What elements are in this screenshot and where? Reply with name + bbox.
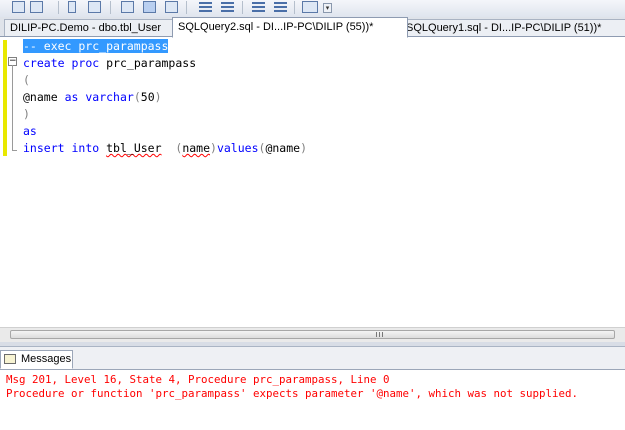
tab-label: SQLQuery2.sql - DI...IP-PC\DILIP (55))* xyxy=(178,21,374,33)
scrollbar-grip-icon xyxy=(376,332,384,337)
type-close-paren: ) xyxy=(154,90,162,104)
values-parameter: @name xyxy=(265,141,301,155)
indent-icon[interactable] xyxy=(221,2,234,12)
toolbar-options-dropdown[interactable]: ▾ xyxy=(323,3,332,13)
code-line-6[interactable]: as xyxy=(23,123,37,140)
tab-label: DILIP-PC.Demo - dbo.tbl_User xyxy=(10,22,161,34)
outline-guide-end xyxy=(12,150,17,151)
messages-pane[interactable]: Msg 201, Level 16, State 4, Procedure pr… xyxy=(0,370,625,430)
parameter-name: @name xyxy=(23,90,58,104)
sql-editor[interactable]: − -- exec prc_parampass create proc prc_… xyxy=(0,37,625,327)
column-name: name xyxy=(182,141,211,155)
tab-label: SQLQuery1.sql - DI...IP-PC\DILIP (51))* xyxy=(406,22,602,34)
editor-horizontal-scrollbar[interactable] xyxy=(0,327,625,342)
tab-sqlquery1[interactable]: SQLQuery1.sql - DI...IP-PC\DILIP (51))* xyxy=(400,19,625,36)
error-message-line: Procedure or function 'prc_parampass' ex… xyxy=(6,387,579,400)
keyword-into: into xyxy=(71,141,100,155)
selected-comment: -- exec prc_parampass xyxy=(23,39,169,53)
outline-guide xyxy=(12,65,13,150)
open-paren: ( xyxy=(23,73,30,87)
toolbar-separator xyxy=(186,1,187,14)
table-name: tbl_User xyxy=(106,141,162,155)
query-toolbar: ▾ xyxy=(0,0,625,17)
toolbar-separator xyxy=(294,1,295,14)
tab-messages[interactable]: Messages xyxy=(0,350,73,369)
keyword-as: as xyxy=(23,124,37,138)
code-line-2[interactable]: create proc prc_parampass xyxy=(23,55,196,72)
keyword-as: as xyxy=(64,90,79,104)
keyword-proc: proc xyxy=(71,56,100,70)
procedure-name: prc_parampass xyxy=(106,56,197,70)
tab-label: Messages xyxy=(21,353,72,365)
code-line-7[interactable]: insert into tbl_User (name)values(@name) xyxy=(23,140,307,157)
keyword-create: create xyxy=(23,56,65,70)
toolbar-separator xyxy=(242,1,243,14)
values-close-paren: ) xyxy=(300,141,307,155)
code-line-4[interactable]: @name as varchar(50) xyxy=(23,89,162,106)
results-tabstrip: Messages xyxy=(0,347,625,370)
code-line-1[interactable]: -- exec prc_parampass xyxy=(23,38,169,55)
column-close-paren: ) xyxy=(210,141,217,155)
decrease-indent-icon[interactable] xyxy=(274,2,287,12)
outdent-icon[interactable] xyxy=(252,2,265,12)
code-line-3[interactable]: ( xyxy=(23,72,30,89)
tab-dbo-tbl-user[interactable]: DILIP-PC.Demo - dbo.tbl_User xyxy=(4,19,184,36)
toolbar-separator xyxy=(110,1,111,14)
error-message-line: Msg 201, Level 16, State 4, Procedure pr… xyxy=(6,373,390,386)
toolbar-separator xyxy=(58,1,59,14)
document-tabstrip: DILIP-PC.Demo - dbo.tbl_User SQLQuery2.s… xyxy=(0,17,625,38)
keyword-values: values xyxy=(216,141,259,155)
tab-sqlquery2[interactable]: SQLQuery2.sql - DI...IP-PC\DILIP (55))* xyxy=(172,17,408,38)
code-line-5[interactable]: ) xyxy=(23,106,30,123)
uncomment-icon[interactable] xyxy=(199,2,212,12)
changes-indicator-bar xyxy=(3,40,7,156)
messages-icon xyxy=(4,354,16,364)
type-open-paren: ( xyxy=(133,90,141,104)
scrollbar-thumb[interactable] xyxy=(10,330,615,339)
type-size: 50 xyxy=(140,90,155,104)
keyword-insert: insert xyxy=(23,141,65,155)
type-varchar: varchar xyxy=(85,90,134,104)
close-paren: ) xyxy=(23,107,30,121)
